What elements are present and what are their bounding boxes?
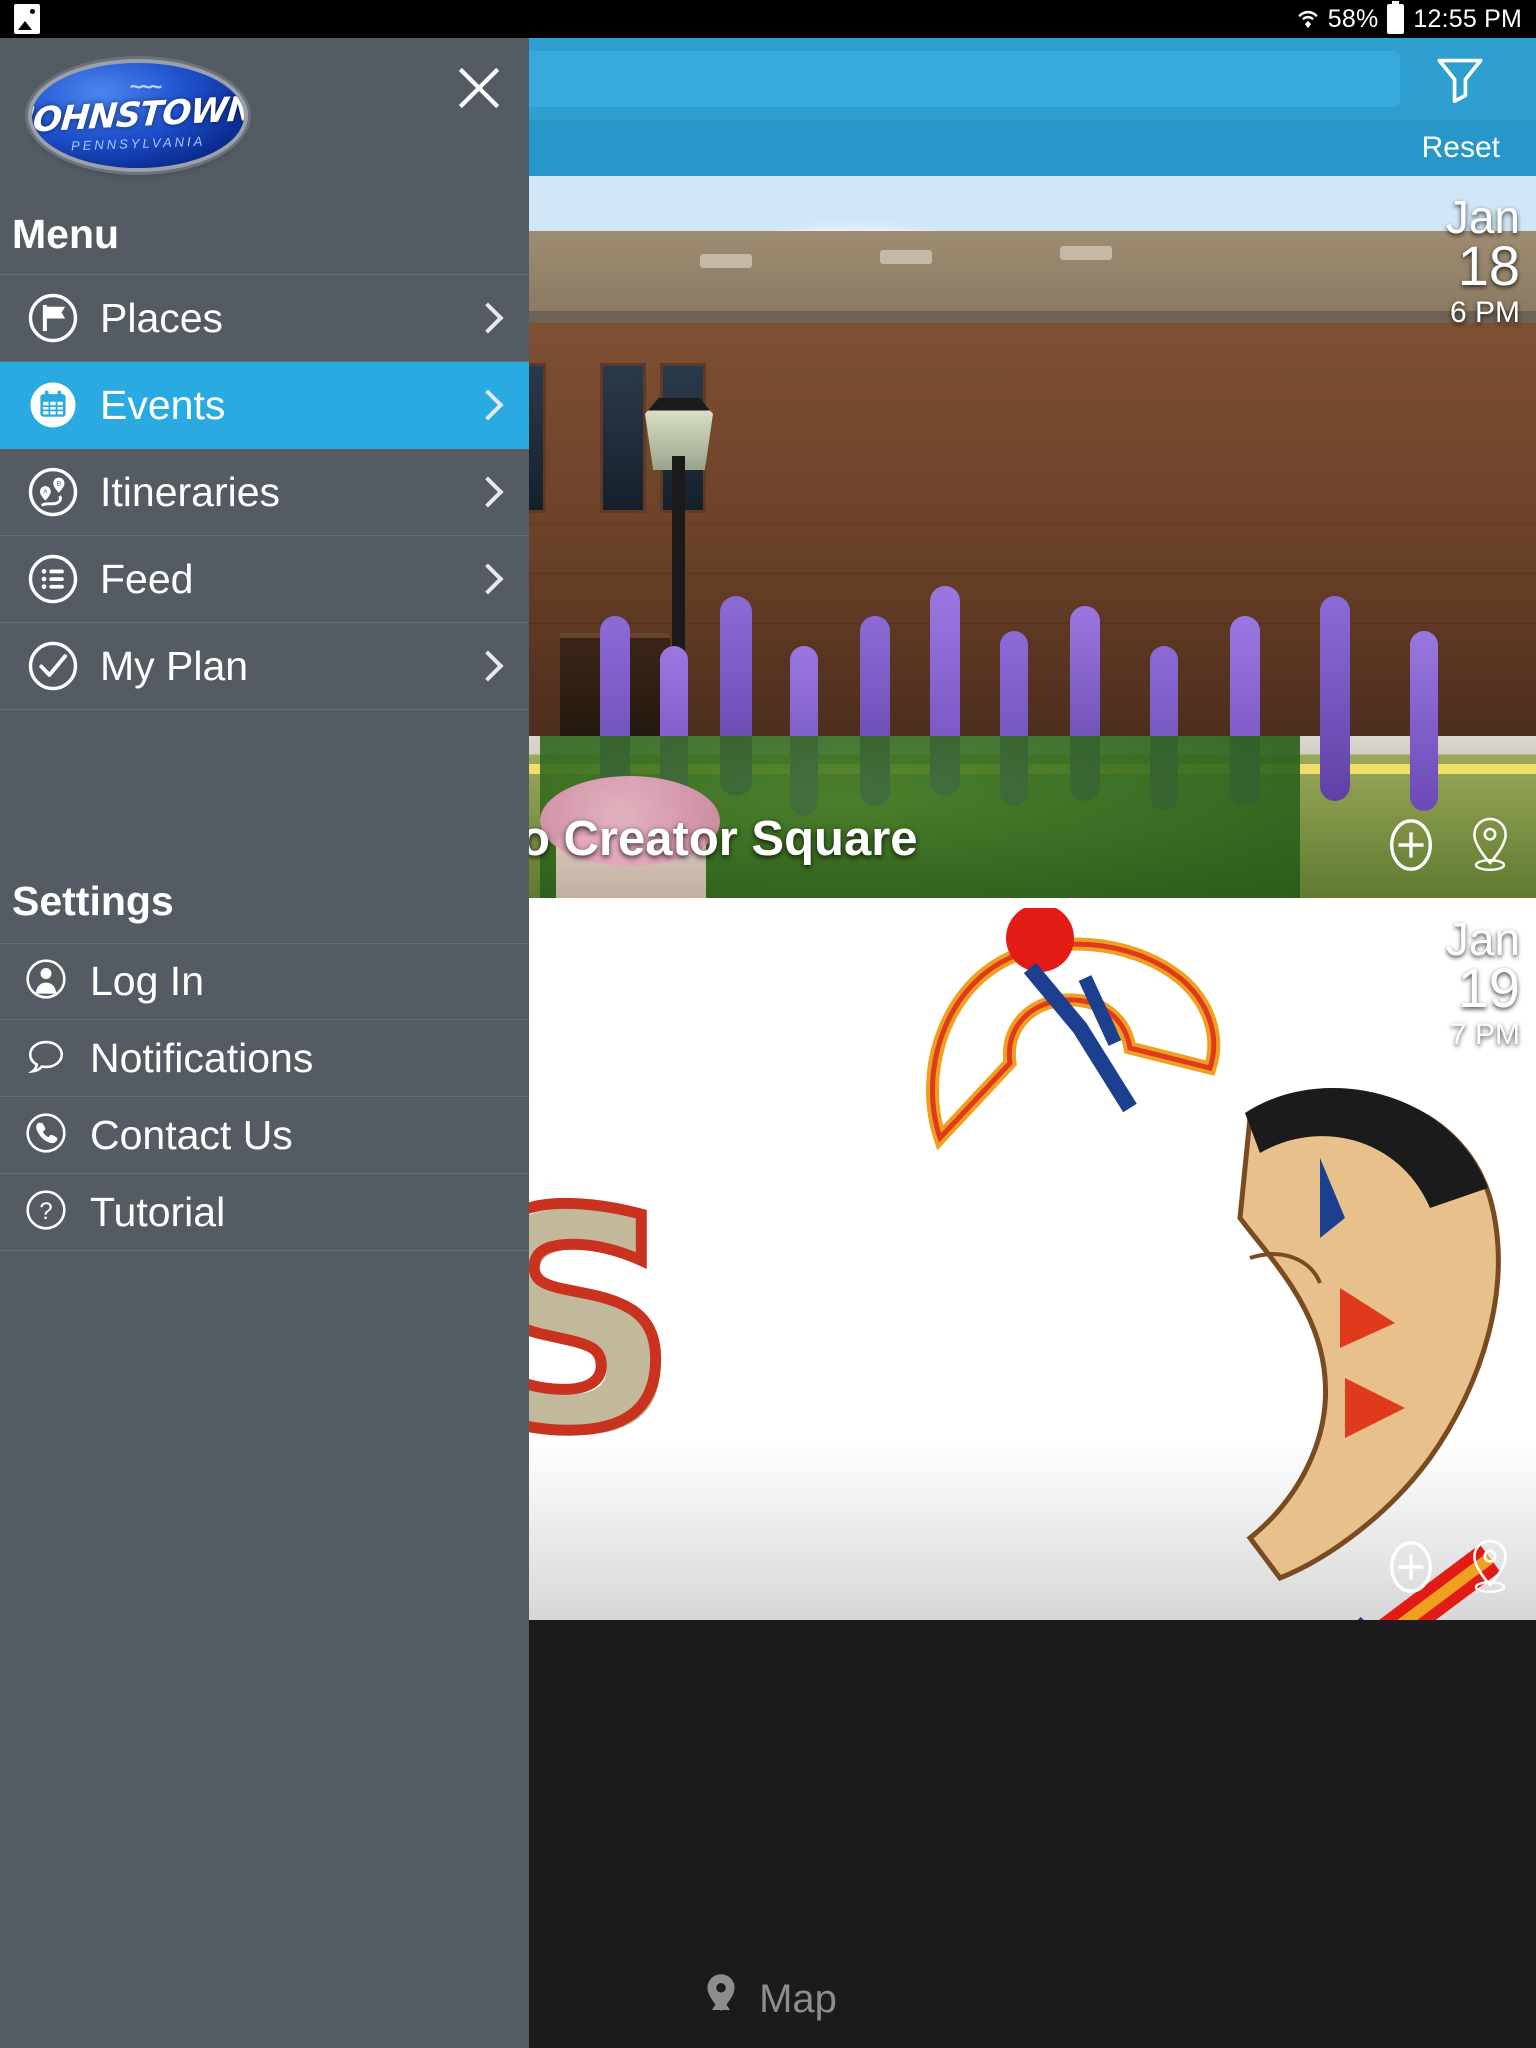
reset-button[interactable]: Reset bbox=[1422, 131, 1500, 165]
sidebar-item-notifications[interactable]: Notifications bbox=[0, 1020, 529, 1097]
sidebar-item-label: Itineraries bbox=[100, 468, 281, 515]
sidebar-item-feed[interactable]: Feed bbox=[0, 536, 529, 623]
sidebar-item-my-plan[interactable]: My Plan bbox=[0, 623, 529, 710]
sidebar-item-label: Log In bbox=[90, 958, 204, 1004]
status-bar-left bbox=[14, 4, 40, 34]
svg-text:B: B bbox=[57, 480, 62, 487]
event-actions bbox=[1382, 814, 1514, 876]
map-pin-icon[interactable] bbox=[1466, 814, 1514, 876]
app-root: 58% 12:55 PM Search Thu, Feb 15 Rese bbox=[0, 0, 1536, 2048]
sidebar-item-label: My Plan bbox=[100, 642, 249, 689]
question-circle-icon: ? bbox=[24, 1188, 68, 1237]
warrior-head-icon bbox=[1237, 1088, 1501, 1582]
svg-text:?: ? bbox=[39, 1198, 52, 1225]
sidebar-item-label: Places bbox=[100, 294, 224, 341]
sidebar-item-label: Tutorial bbox=[90, 1188, 226, 1235]
person-circle-icon bbox=[24, 957, 68, 1006]
calendar-circle-icon bbox=[22, 378, 84, 432]
map-tab-label: Map bbox=[759, 1976, 837, 2021]
chevron-right-icon bbox=[472, 302, 504, 334]
map-pin-icon[interactable] bbox=[1466, 1536, 1514, 1598]
battery-icon bbox=[1387, 1, 1405, 34]
phone-circle-icon bbox=[24, 1111, 68, 1160]
drawer-bottom-fill bbox=[0, 1251, 529, 2048]
event-time: 6 PM bbox=[1449, 296, 1520, 329]
status-bar: 58% 12:55 PM bbox=[0, 0, 1536, 38]
list-circle-icon bbox=[22, 552, 84, 606]
drawer-spacer bbox=[0, 710, 529, 850]
map-tab-button[interactable]: Map bbox=[699, 1971, 837, 2027]
route-pins-circle-icon: B A bbox=[22, 465, 84, 519]
event-time: 7 PM bbox=[1449, 1018, 1520, 1051]
sidebar-item-log-in[interactable]: Log In bbox=[0, 943, 529, 1020]
sidebar-item-itineraries[interactable]: B A Itineraries bbox=[0, 449, 529, 536]
plus-circle-icon[interactable] bbox=[1382, 816, 1440, 874]
battery-percent-label: 58% bbox=[1327, 4, 1379, 33]
clock-label: 12:55 PM bbox=[1413, 4, 1522, 33]
app-logo: ~~~ JOHNSTOWN PENNSYLVANIA bbox=[32, 63, 244, 168]
sidebar-item-events[interactable]: Events bbox=[0, 362, 529, 449]
chevron-right-icon bbox=[472, 476, 504, 508]
flag-circle-icon bbox=[22, 291, 84, 345]
event-day: 19 bbox=[1457, 956, 1520, 1019]
sidebar-item-label: Events bbox=[100, 381, 226, 428]
event-date-chip: Jan 18 6 PM bbox=[1446, 194, 1520, 328]
filter-funnel-icon bbox=[1437, 58, 1483, 103]
chevron-right-icon bbox=[472, 650, 504, 682]
close-x-icon bbox=[458, 67, 500, 109]
settings-list: Log In Notifications Contact Us ? Tutori… bbox=[0, 943, 529, 1251]
event-actions bbox=[1382, 1536, 1514, 1598]
event-date-chip: Jan 19 7 PM bbox=[1446, 916, 1520, 1050]
check-circle-icon bbox=[22, 639, 84, 693]
logo-city-name: JOHNSTOWN bbox=[32, 88, 244, 141]
menu-list: Places Events B A Itineraries Feed My Pl… bbox=[0, 274, 529, 710]
chevron-right-icon bbox=[472, 389, 504, 421]
close-drawer-button[interactable] bbox=[451, 60, 507, 116]
settings-section-title: Settings bbox=[12, 878, 174, 924]
sidebar-item-places[interactable]: Places bbox=[0, 275, 529, 362]
sidebar-item-contact-us[interactable]: Contact Us bbox=[0, 1097, 529, 1174]
sidebar-item-label: Feed bbox=[100, 555, 194, 602]
speech-bubble-icon bbox=[24, 1034, 68, 1083]
chevron-right-icon bbox=[472, 563, 504, 595]
navigation-drawer: ~~~ JOHNSTOWN PENNSYLVANIA Menu Places E… bbox=[0, 38, 529, 2048]
status-bar-right: 58% 12:55 PM bbox=[1297, 1, 1522, 34]
image-icon bbox=[14, 4, 40, 34]
sidebar-item-label: Contact Us bbox=[90, 1111, 293, 1158]
map-pin-icon bbox=[707, 1974, 735, 2011]
menu-section-title: Menu bbox=[12, 211, 120, 257]
sidebar-item-label: Notifications bbox=[90, 1034, 314, 1081]
filter-button[interactable] bbox=[1400, 38, 1520, 120]
plus-circle-icon[interactable] bbox=[1382, 1538, 1440, 1596]
wifi-icon bbox=[1297, 7, 1319, 31]
event-day: 18 bbox=[1457, 234, 1520, 297]
sidebar-item-tutorial[interactable]: ? Tutorial bbox=[0, 1174, 529, 1251]
drawer-header: ~~~ JOHNSTOWN PENNSYLVANIA bbox=[0, 38, 529, 211]
